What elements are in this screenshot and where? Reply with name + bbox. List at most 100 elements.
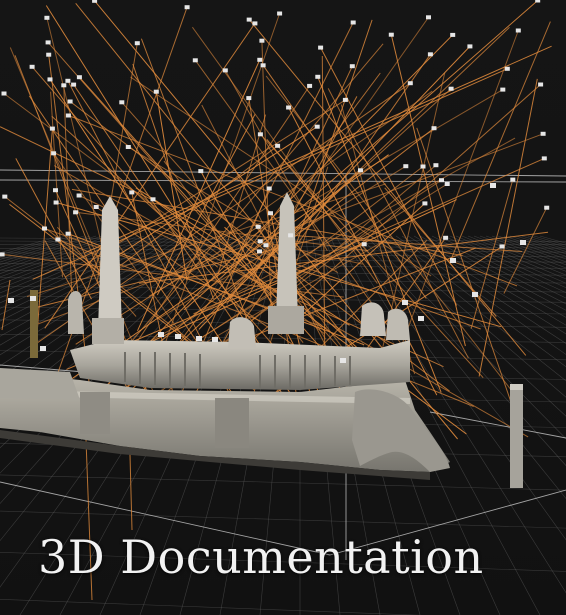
camera-frustum-icon <box>433 163 439 168</box>
camera-frustum-icon <box>53 188 58 193</box>
camera-frustum-icon <box>158 332 164 337</box>
camera-frustum-icon <box>42 226 47 231</box>
camera-frustum-icon <box>407 81 413 86</box>
camera-frustum-icon <box>427 52 433 57</box>
camera-frustum-icon <box>30 296 36 301</box>
camera-frustum-icon <box>540 131 546 136</box>
camera-rays <box>0 0 552 601</box>
camera-frustum-icon <box>222 68 228 73</box>
camera-frustum-icon <box>342 97 348 102</box>
camera-frustum-icon <box>53 200 59 205</box>
camera-frustum-icon <box>93 205 99 209</box>
camera-frustum-icon <box>65 78 71 83</box>
camera-frustum-icon <box>192 58 198 63</box>
camera-frustum-icon <box>119 100 125 105</box>
camera-frustum-icon <box>350 20 356 25</box>
camera-frustum-icon <box>402 300 408 305</box>
camera-frustum-icon <box>134 41 140 46</box>
camera-frustum-icon <box>388 32 394 37</box>
camera-frustum-icon <box>288 233 294 238</box>
camera-frustum-icon <box>150 197 156 202</box>
camera-frustum-icon <box>92 0 98 3</box>
camera-frustum-icon <box>246 96 252 101</box>
camera-frustum-icon <box>422 201 428 206</box>
camera-frustum-icon <box>426 15 431 20</box>
camera-frustum-icon <box>472 292 478 297</box>
camera-frustum-icon <box>55 237 61 242</box>
camera-frustum-icon <box>67 99 73 104</box>
camera-frustum-icon <box>212 337 218 342</box>
camera-frustum-icon <box>361 242 367 247</box>
caption-title: 3D Documentation <box>38 530 484 584</box>
camera-frustum-icon <box>490 183 496 188</box>
camera-frustum-icon <box>65 113 71 118</box>
camera-frustum-icon <box>255 224 261 229</box>
camera-frustum-icon <box>420 164 426 169</box>
camera-frustum-icon <box>252 21 258 26</box>
camera-frustum-icon <box>314 124 320 129</box>
camera-frustum-icon <box>257 132 263 137</box>
camera-frustum-icon <box>8 298 14 303</box>
camera-frustum-icon <box>307 83 313 88</box>
camera-frustum-icon <box>49 126 55 131</box>
3d-viewport[interactable]: 3D Documentation <box>0 0 566 615</box>
camera-frustum-icon <box>358 168 363 173</box>
camera-frustum-icon <box>510 177 516 182</box>
camera-frustum-icon <box>403 164 409 169</box>
camera-frustum-icon <box>260 63 266 68</box>
camera-frustum-icon <box>263 243 269 248</box>
camera-frustum-icon <box>153 89 159 94</box>
camera-frustum-icon <box>500 87 506 92</box>
point-cloud-scene[interactable] <box>0 0 566 615</box>
camera-frustum-icon <box>76 193 82 198</box>
camera-frustum-icon <box>259 38 265 43</box>
camera-frustum-icon <box>257 57 263 62</box>
camera-frustum-icon <box>277 11 283 16</box>
camera-frustum-icon <box>46 52 52 57</box>
camera-frustum-icon <box>175 334 181 339</box>
camera-frustum-icon <box>196 336 202 341</box>
camera-frustum-icon <box>1 91 7 96</box>
camera-frustum-icon <box>439 178 444 183</box>
camera-frustum-icon <box>286 105 292 110</box>
camera-frustum-icon <box>450 32 456 37</box>
camera-frustum-icon <box>65 231 71 236</box>
camera-frustum-icon <box>268 211 273 216</box>
camera-frustum-icon <box>125 145 131 149</box>
camera-frustum-icon <box>246 17 252 22</box>
camera-frustum-icon <box>71 82 77 87</box>
camera-frustum-icon <box>61 83 67 88</box>
camera-frustum-icon <box>51 151 57 156</box>
camera-frustum-icon <box>0 252 5 257</box>
camera-frustum-icon <box>76 75 82 80</box>
camera-frustum-icon <box>418 316 424 321</box>
camera-frustum-icon <box>318 45 324 50</box>
camera-frustum-icon <box>266 186 272 191</box>
camera-frustum-icon <box>450 258 456 263</box>
camera-frustum-icon <box>44 15 50 20</box>
camera-frustum-icon <box>2 194 8 199</box>
camera-frustum-icon <box>504 66 510 71</box>
camera-frustum-icon <box>431 126 437 131</box>
camera-frustum-icon <box>47 77 53 82</box>
camera-frustum-icon <box>499 244 505 249</box>
camera-frustum-icon <box>467 44 473 49</box>
camera-frustum-icon <box>448 86 454 91</box>
camera-frustum-icon <box>515 28 521 33</box>
camera-frustum-icon <box>443 235 449 240</box>
camera-frustum-icon <box>184 5 190 10</box>
camera-frustum-icon <box>340 358 346 363</box>
camera-frustum-icon <box>541 156 547 161</box>
camera-frustum-icon <box>40 346 46 351</box>
camera-frustum-icon <box>538 82 544 87</box>
camera-frustum-icon <box>535 0 541 3</box>
camera-frustum-icon <box>544 205 550 210</box>
camera-frustum-icon <box>45 40 51 45</box>
camera-frustum-icon <box>349 64 355 69</box>
camera-frustum-icon <box>275 143 281 148</box>
camera-frustum-icon <box>129 190 135 195</box>
camera-frustum-icon <box>73 210 79 215</box>
camera-frustum-icon <box>315 74 321 79</box>
camera-frustum-icon <box>257 249 262 254</box>
camera-frustum-icon <box>198 169 204 174</box>
